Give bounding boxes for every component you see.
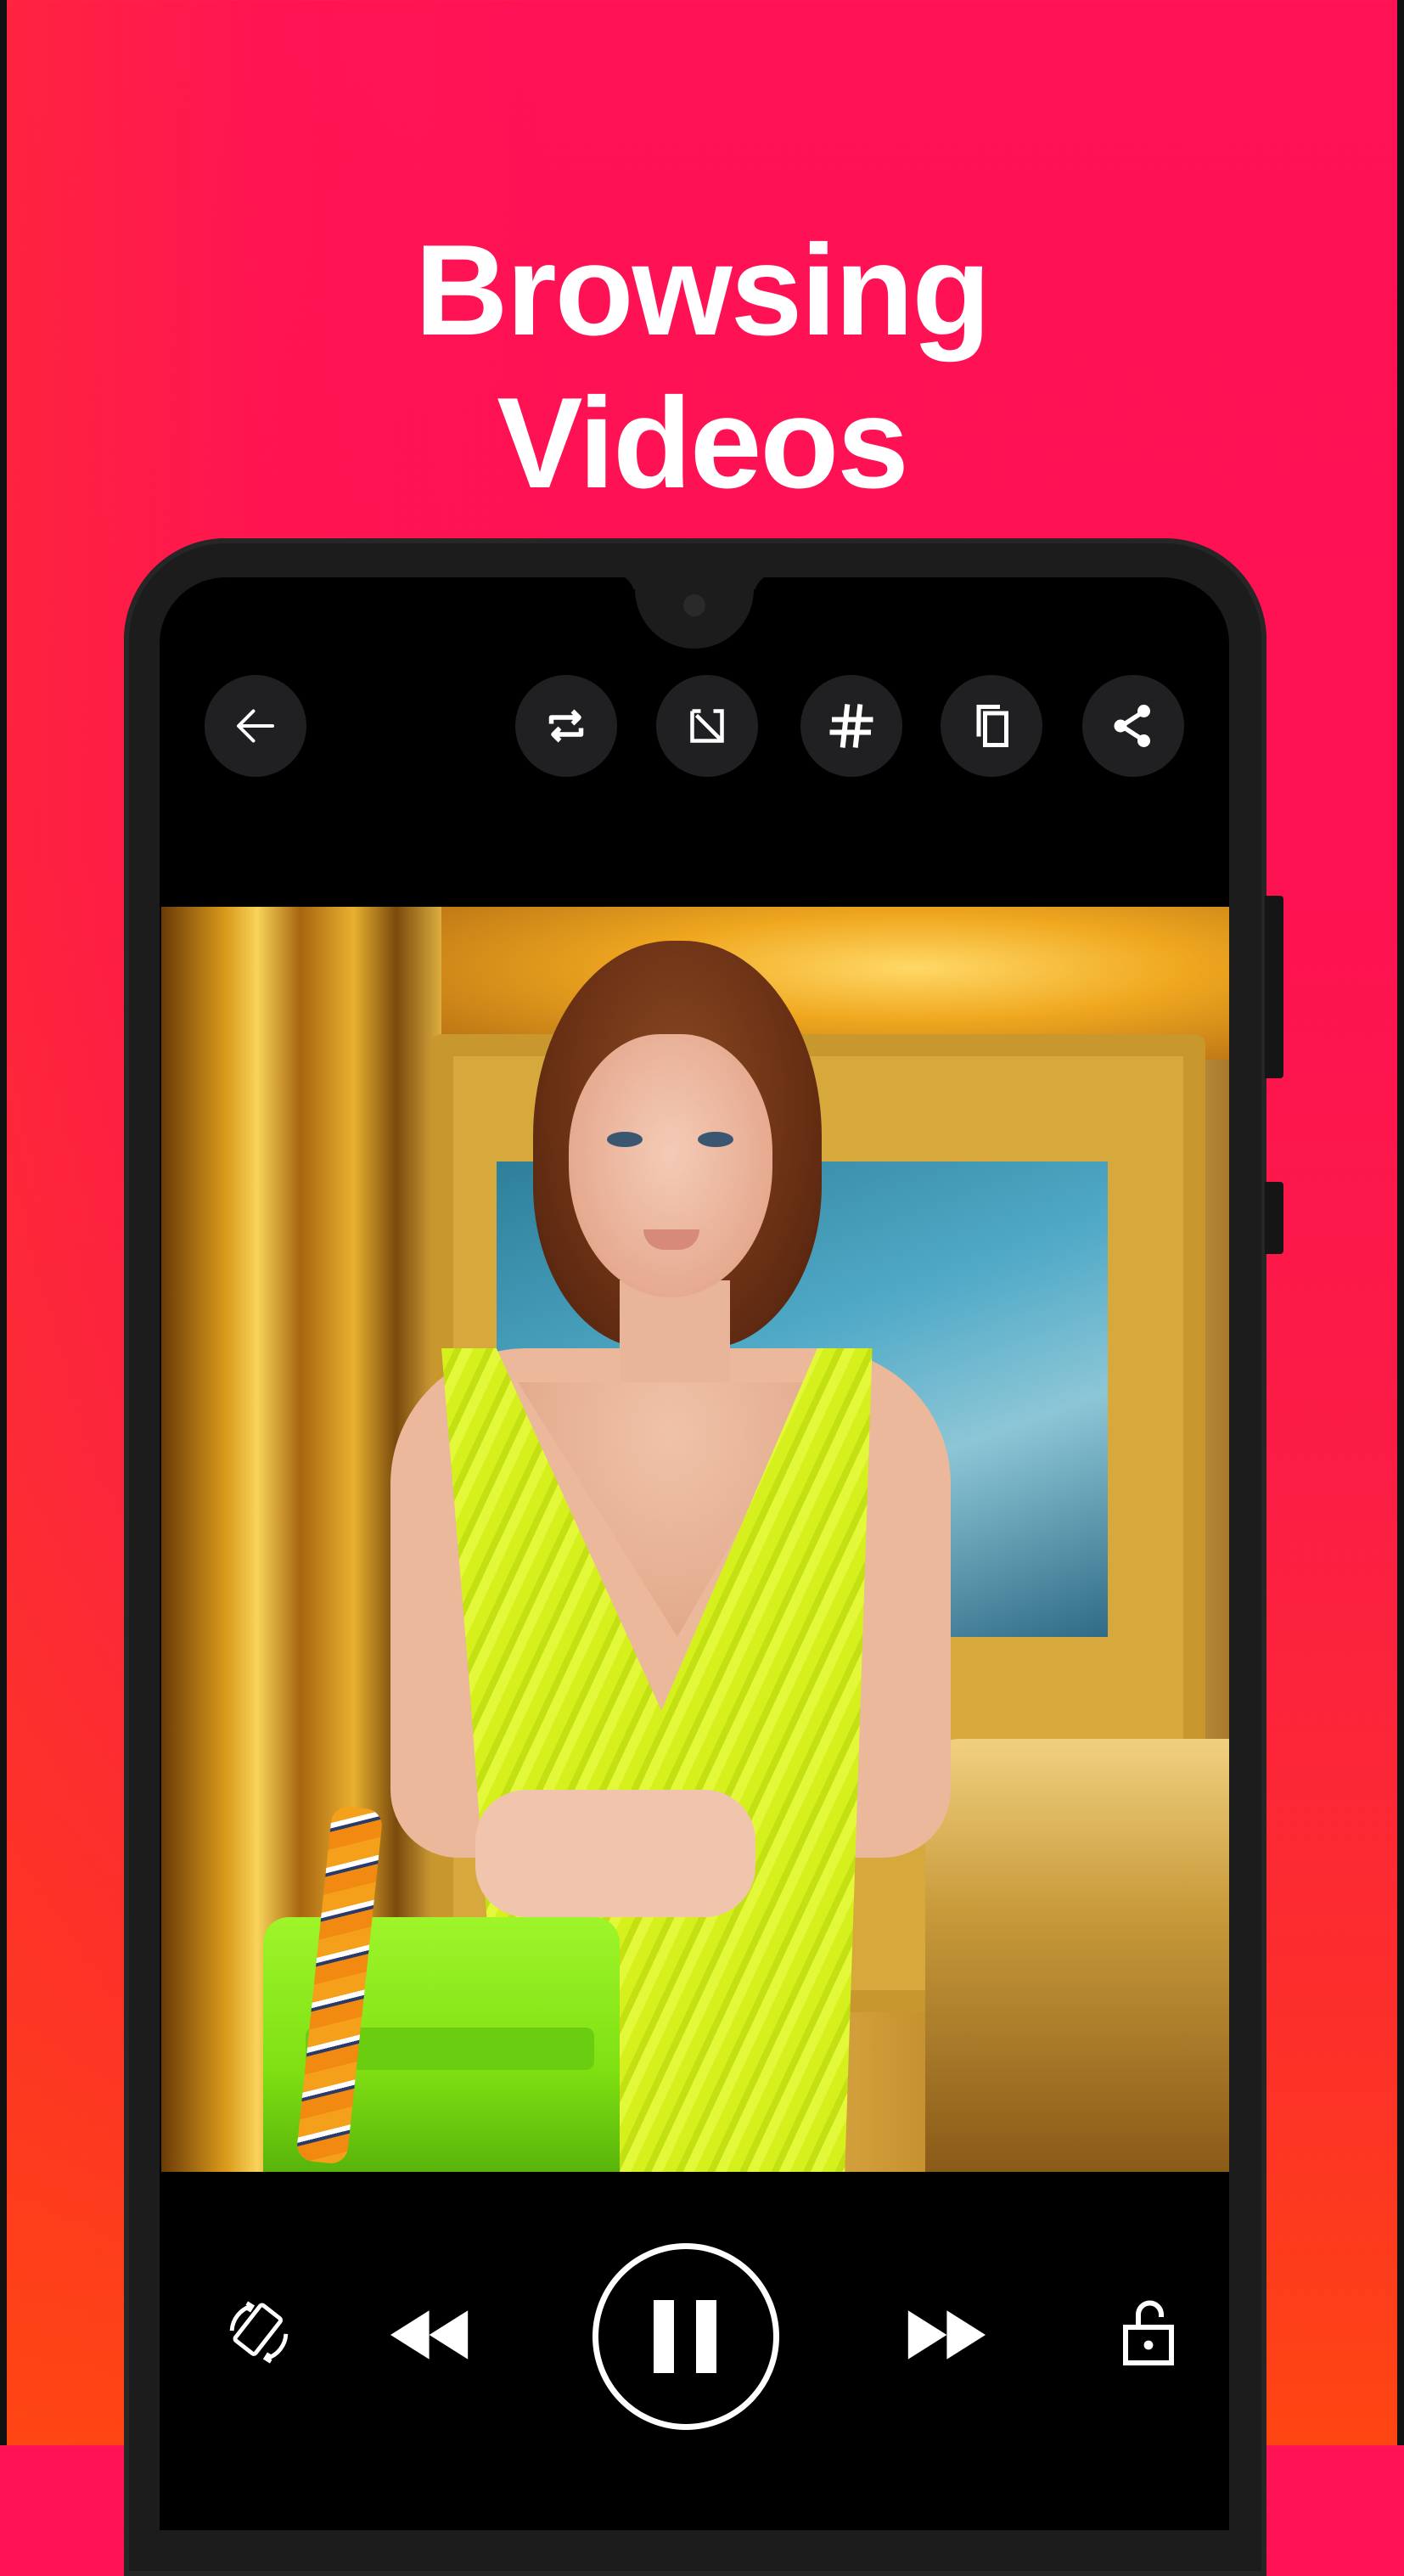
- rotate-button[interactable]: [212, 2286, 306, 2379]
- rewind-button[interactable]: [385, 2292, 478, 2377]
- phone-screen: [160, 577, 1229, 2530]
- screen-rotation-icon: [229, 2301, 289, 2364]
- headline-line-1: Browsing: [414, 217, 991, 363]
- arrow-left-icon: [237, 709, 274, 743]
- camera-notch: [609, 577, 779, 649]
- copy-button[interactable]: [941, 675, 1042, 777]
- phone-power-button: [1265, 1182, 1283, 1254]
- video-subject-hands: [475, 1790, 755, 1917]
- hashtag-icon: [829, 704, 873, 748]
- video-subject-eye: [698, 1132, 733, 1147]
- pause-button[interactable]: [592, 2243, 779, 2430]
- repeat-icon: [548, 709, 584, 743]
- video-subject-face: [569, 1034, 772, 1297]
- hashtag-button[interactable]: [800, 675, 902, 777]
- front-camera: [683, 594, 705, 616]
- loop-button[interactable]: [515, 675, 617, 777]
- share-icon: [1114, 705, 1150, 747]
- pause-icon: [654, 2300, 716, 2373]
- aspect-resize-icon: [690, 709, 724, 743]
- copy-icon: [976, 705, 1008, 747]
- lock-button[interactable]: [1102, 2286, 1195, 2379]
- fast-forward-button[interactable]: [898, 2292, 991, 2377]
- unlock-icon: [1123, 2300, 1174, 2365]
- fast-forward-icon: [907, 2310, 986, 2359]
- phone-volume-button: [1265, 896, 1283, 1078]
- video-subject-eye: [607, 1132, 643, 1147]
- video-scene-table: [925, 1739, 1229, 2172]
- resize-button[interactable]: [656, 675, 758, 777]
- video-frame[interactable]: [161, 907, 1229, 2172]
- share-button[interactable]: [1082, 675, 1184, 777]
- headline-line-2: Videos: [497, 370, 909, 515]
- rewind-icon: [390, 2310, 469, 2359]
- promo-headline: Browsing Videos: [0, 214, 1404, 520]
- back-button[interactable]: [205, 675, 306, 777]
